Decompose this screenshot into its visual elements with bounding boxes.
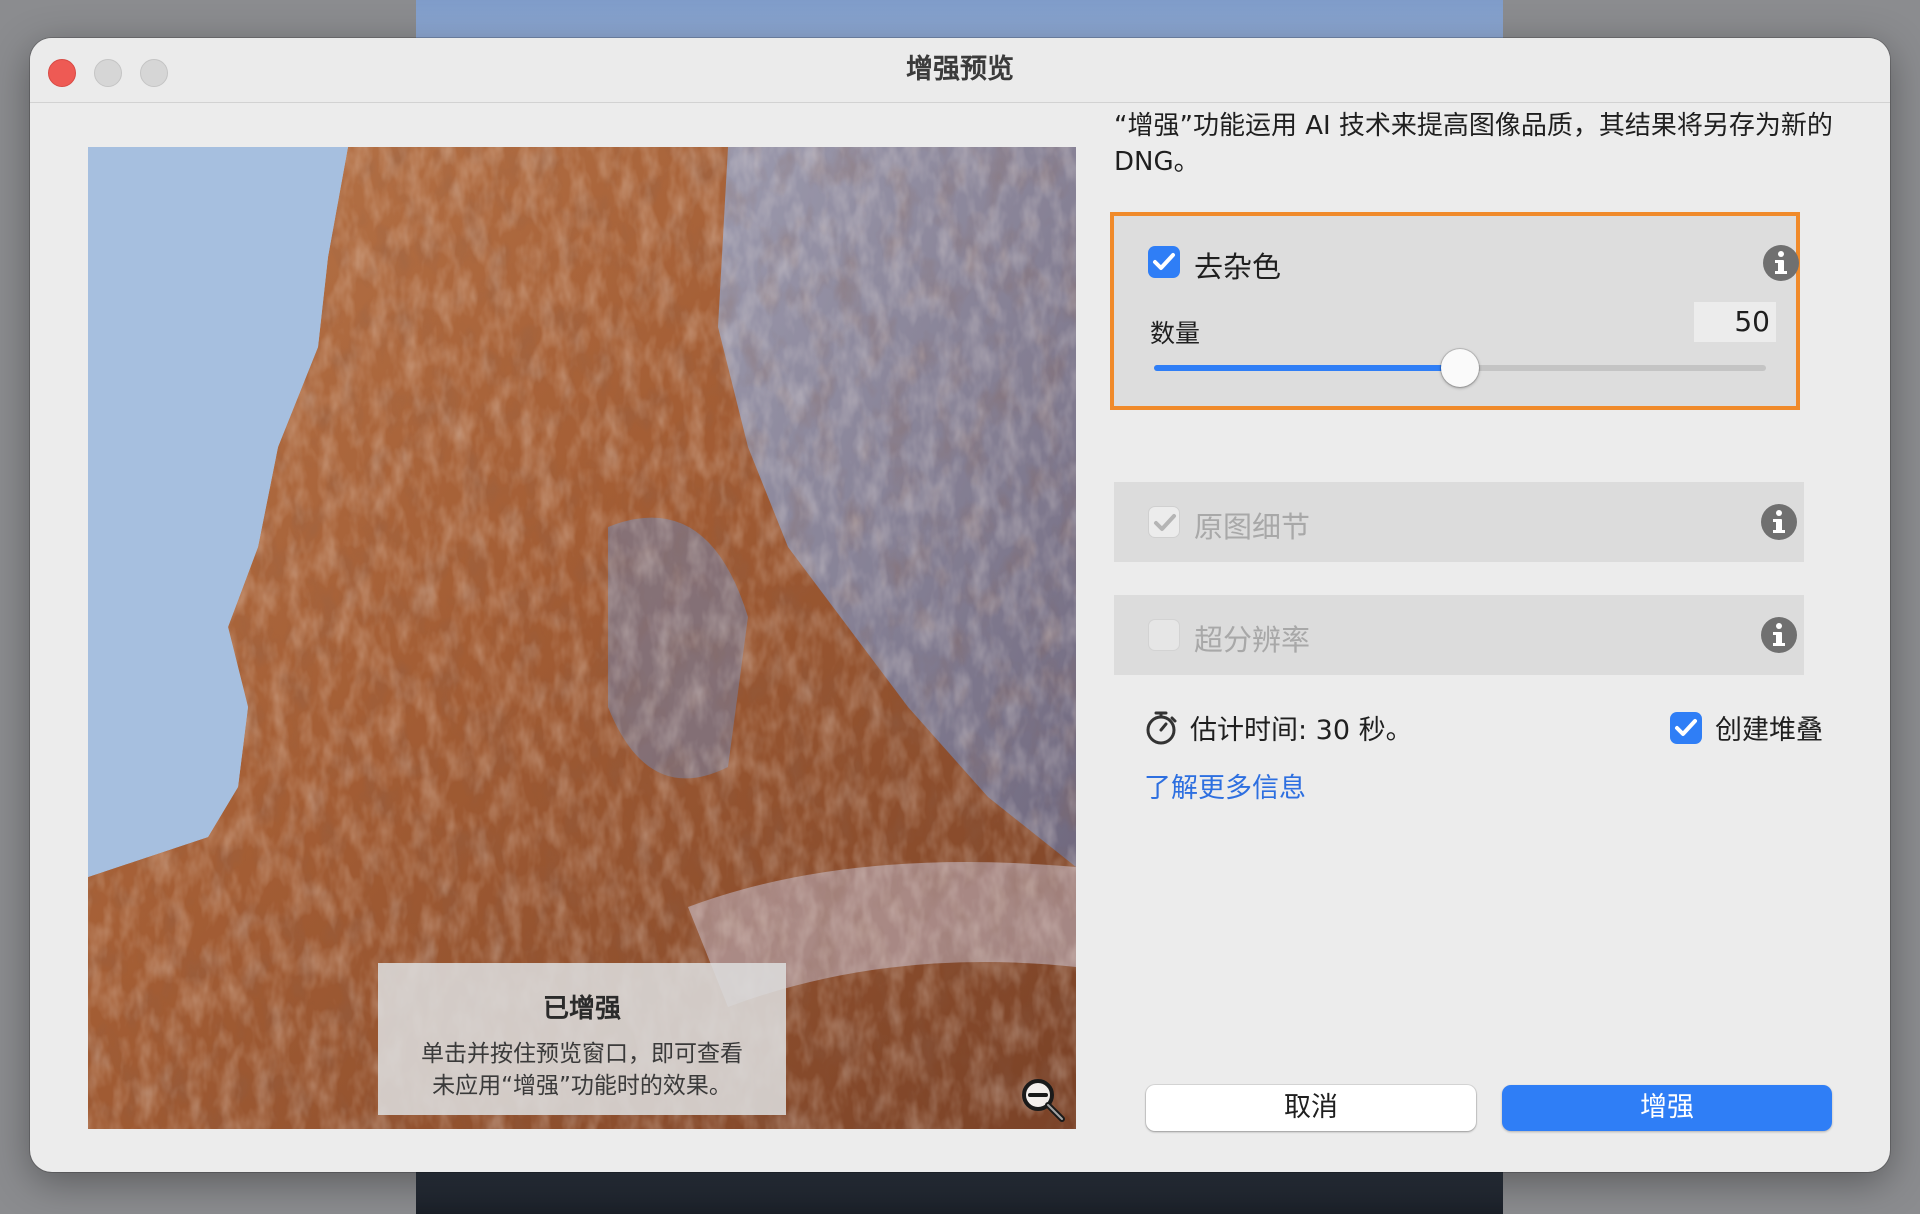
background-dark: [416, 1170, 1503, 1214]
amount-label: 数量: [1150, 319, 1201, 348]
create-stack-checkbox[interactable]: [1670, 712, 1702, 744]
preview-image[interactable]: 已增强 单击并按住预览窗口，即可查看 未应用“增强”功能时的效果。: [88, 147, 1076, 1129]
overlay-hint-line-2: 未应用“增强”功能时的效果。: [432, 1073, 732, 1099]
super-resolution-checkbox[interactable]: [1148, 619, 1180, 651]
info-icon[interactable]: [1760, 616, 1798, 654]
denoise-panel: 去杂色 数量 50: [1110, 212, 1800, 410]
create-stack-label: 创建堆叠: [1715, 715, 1823, 746]
denoise-label: 去杂色: [1194, 250, 1282, 284]
raw-details-panel: 原图细节: [1114, 482, 1804, 562]
stopwatch-icon: [1146, 711, 1177, 745]
title-bar: 增强预览: [30, 38, 1890, 103]
denoise-checkbox[interactable]: [1148, 246, 1180, 278]
overlay-title: 已增强: [542, 994, 621, 1024]
amount-value-field[interactable]: 50: [1694, 302, 1776, 342]
info-icon[interactable]: [1760, 503, 1798, 541]
overlay-hint-line-1: 单击并按住预览窗口，即可查看: [421, 1041, 743, 1067]
enhance-button[interactable]: 增强: [1502, 1085, 1832, 1131]
raw-details-checkbox[interactable]: [1148, 506, 1180, 538]
description-text: “增强”功能运用 AI 技术来提高图像品质，其结果将另存为新的 DNG。: [1114, 111, 1833, 177]
super-resolution-label: 超分辨率: [1194, 623, 1311, 657]
estimated-time: 估计时间: 30 秒。: [1190, 715, 1413, 746]
enhanced-overlay: 已增强 单击并按住预览窗口，即可查看 未应用“增强”功能时的效果。: [378, 963, 786, 1115]
super-resolution-panel: 超分辨率: [1114, 595, 1804, 675]
learn-more-link[interactable]: 了解更多信息: [1144, 766, 1306, 805]
zoom-out-icon[interactable]: [1020, 1077, 1066, 1123]
window-title: 增强预览: [906, 54, 1014, 85]
info-icon[interactable]: [1762, 244, 1800, 282]
amount-slider-knob[interactable]: [1441, 349, 1479, 387]
raw-details-label: 原图细节: [1194, 510, 1311, 544]
cancel-button[interactable]: 取消: [1146, 1085, 1476, 1131]
amount-slider-fill: [1154, 365, 1460, 371]
overlay-hint: 单击并按住预览窗口，即可查看 未应用“增强”功能时的效果。: [378, 1038, 786, 1102]
